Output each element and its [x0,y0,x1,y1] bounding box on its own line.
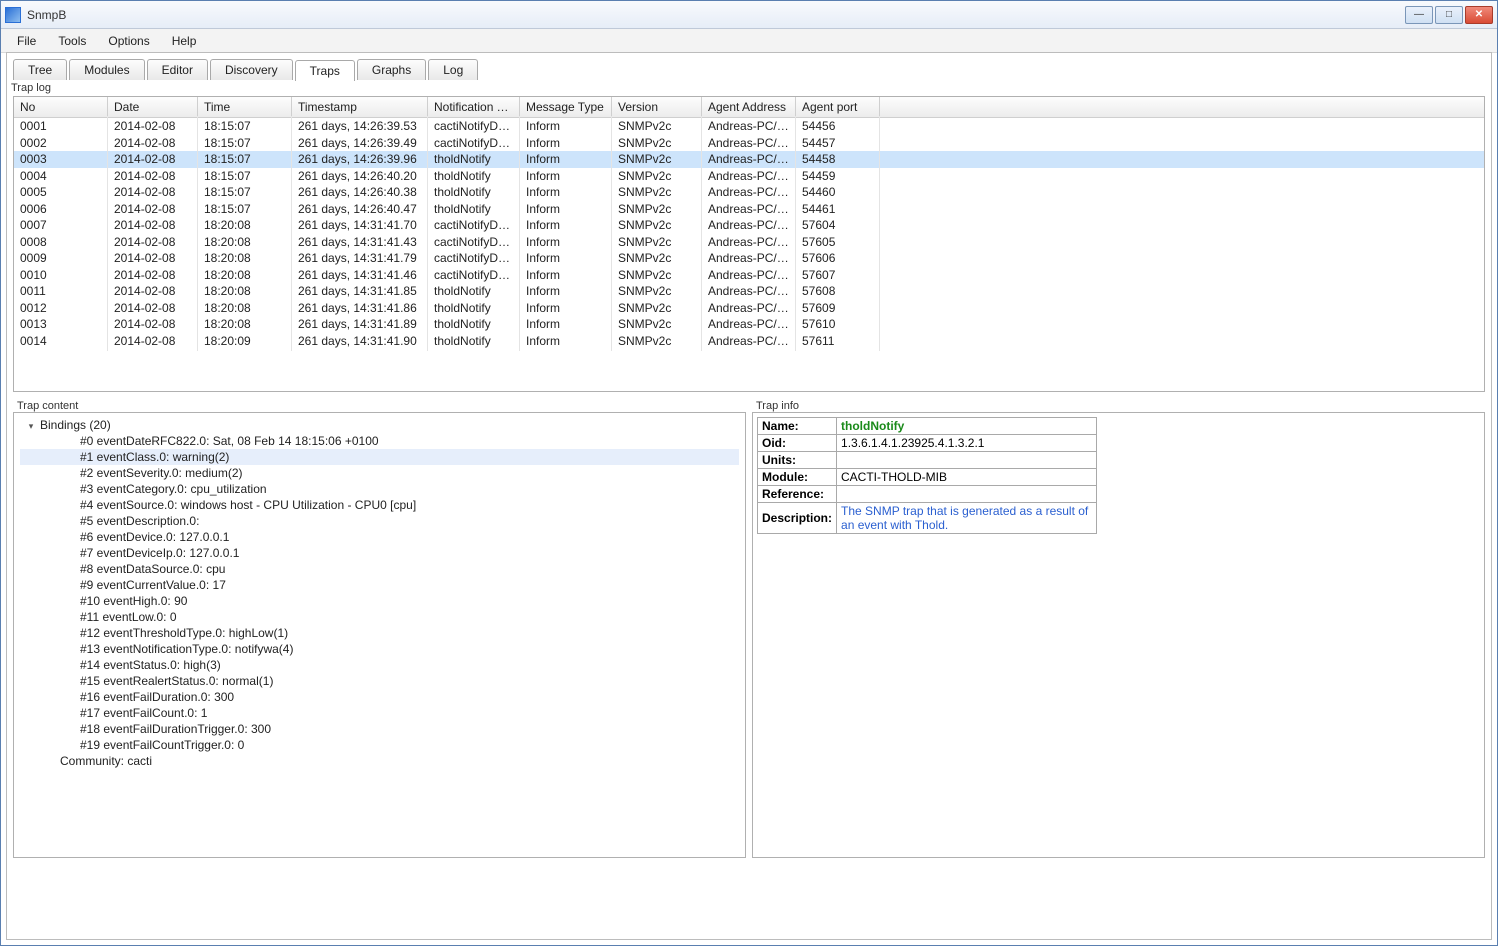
table-body: 00012014-02-0818:15:07261 days, 14:26:39… [14,118,1484,349]
info-module-value: CACTI-THOLD-MIB [837,469,1097,486]
collapse-icon[interactable]: ▾ [26,421,36,432]
info-description-value[interactable]: The SNMP trap that is generated as a res… [841,504,1088,532]
binding-item[interactable]: #18 eventFailDurationTrigger.0: 300 [20,721,739,737]
minimize-button[interactable]: — [1405,6,1433,24]
binding-item[interactable]: #5 eventDescription.0: [20,513,739,529]
binding-item[interactable]: #19 eventFailCountTrigger.0: 0 [20,737,739,753]
info-module-label: Module: [758,469,837,486]
cell-ver: SNMPv2c [612,331,702,351]
cell-mt: Inform [520,331,612,351]
titlebar: SnmpB — □ ✕ [1,1,1497,29]
binding-item[interactable]: #17 eventFailCount.0: 1 [20,705,739,721]
trap-log-table: No Date Time Timestamp Notification Type… [13,96,1485,392]
binding-item[interactable]: #16 eventFailDuration.0: 300 [20,689,739,705]
table-row[interactable]: 00142014-02-0818:20:09261 days, 14:31:41… [14,333,1484,350]
tab-editor[interactable]: Editor [147,59,208,80]
cell-ts: 261 days, 14:31:41.90 [292,331,428,351]
binding-item[interactable]: #12 eventThresholdType.0: highLow(1) [20,625,739,641]
trap-content-box: ▾Bindings (20)#0 eventDateRFC822.0: Sat,… [13,412,746,858]
tab-tree[interactable]: Tree [13,59,67,80]
binding-item[interactable]: #0 eventDateRFC822.0: Sat, 08 Feb 14 18:… [20,433,739,449]
tab-graphs[interactable]: Graphs [357,59,426,80]
binding-item[interactable]: #6 eventDevice.0: 127.0.0.1 [20,529,739,545]
binding-item[interactable]: #8 eventDataSource.0: cpu [20,561,739,577]
col-date[interactable]: Date [108,97,198,117]
bindings-tree: ▾Bindings (20)#0 eventDateRFC822.0: Sat,… [16,415,743,771]
menu-options[interactable]: Options [98,31,159,51]
lower-panels: Trap content ▾Bindings (20)#0 eventDateR… [13,398,1485,858]
col-agent-port[interactable]: Agent port [796,97,880,117]
app-icon [5,7,21,23]
col-no[interactable]: No [14,97,108,117]
info-oid-value: 1.3.6.1.4.1.23925.4.1.3.2.1 [837,435,1097,452]
binding-item[interactable]: #3 eventCategory.0: cpu_utilization [20,481,739,497]
col-timestamp[interactable]: Timestamp [292,97,428,117]
trap-info-panel: Trap info Name: tholdNotify Oid:1.3.6.1.4… [752,398,1485,858]
window-title: SnmpB [27,8,1403,22]
binding-item[interactable]: #15 eventRealertStatus.0: normal(1) [20,673,739,689]
menu-tools[interactable]: Tools [48,31,96,51]
col-notification-type[interactable]: Notification Type [428,97,520,117]
binding-item[interactable]: #14 eventStatus.0: high(3) [20,657,739,673]
tab-discovery[interactable]: Discovery [210,59,293,80]
binding-item[interactable]: #1 eventClass.0: warning(2) [20,449,739,465]
binding-item[interactable]: #13 eventNotificationType.0: notifywa(4) [20,641,739,657]
menu-help[interactable]: Help [162,31,207,51]
tab-modules[interactable]: Modules [69,59,144,80]
cell-date: 2014-02-08 [108,331,198,351]
menubar: File Tools Options Help [1,29,1497,53]
cell-addr: Andreas-PC/12... [702,331,796,351]
table-header: No Date Time Timestamp Notification Type… [14,97,1484,118]
cell-nt: tholdNotify [428,331,520,351]
tabs-row: TreeModulesEditorDiscoveryTrapsGraphsLog [7,53,1491,80]
trap-content-label: Trap content [13,398,746,412]
trap-info-label: Trap info [752,398,1485,412]
maximize-button[interactable]: □ [1435,6,1463,24]
cell-port: 57611 [796,331,880,351]
info-units-label: Units: [758,452,837,469]
binding-item[interactable]: #10 eventHigh.0: 90 [20,593,739,609]
community-item[interactable]: Community: cacti [20,753,739,769]
binding-item[interactable]: #9 eventCurrentValue.0: 17 [20,577,739,593]
col-version[interactable]: Version [612,97,702,117]
info-units-value [837,452,1097,469]
cell-no: 0014 [14,331,108,351]
cell-time: 18:20:09 [198,331,292,351]
info-reference-label: Reference: [758,486,837,503]
col-agent-address[interactable]: Agent Address [702,97,796,117]
trap-info-box: Name: tholdNotify Oid:1.3.6.1.4.1.23925.4… [752,412,1485,858]
info-reference-value [837,486,1097,503]
bindings-header[interactable]: ▾Bindings (20) [20,417,739,433]
binding-item[interactable]: #4 eventSource.0: windows host - CPU Uti… [20,497,739,513]
info-table: Name: tholdNotify Oid:1.3.6.1.4.1.23925.4… [757,417,1097,534]
binding-item[interactable]: #2 eventSeverity.0: medium(2) [20,465,739,481]
tab-log[interactable]: Log [428,59,478,80]
binding-item[interactable]: #11 eventLow.0: 0 [20,609,739,625]
col-message-type[interactable]: Message Type [520,97,612,117]
info-oid-label: Oid: [758,435,837,452]
info-name-value: tholdNotify [841,419,904,433]
info-description-label: Description: [758,503,837,534]
binding-item[interactable]: #7 eventDeviceIp.0: 127.0.0.1 [20,545,739,561]
app-area: TreeModulesEditorDiscoveryTrapsGraphsLog… [6,52,1492,940]
trap-content-panel: Trap content ▾Bindings (20)#0 eventDateR… [13,398,746,858]
tab-traps[interactable]: Traps [295,60,355,81]
close-button[interactable]: ✕ [1465,6,1493,24]
col-time[interactable]: Time [198,97,292,117]
menu-file[interactable]: File [7,31,46,51]
trap-log-label: Trap log [7,80,1491,94]
info-name-label: Name: [758,418,837,435]
